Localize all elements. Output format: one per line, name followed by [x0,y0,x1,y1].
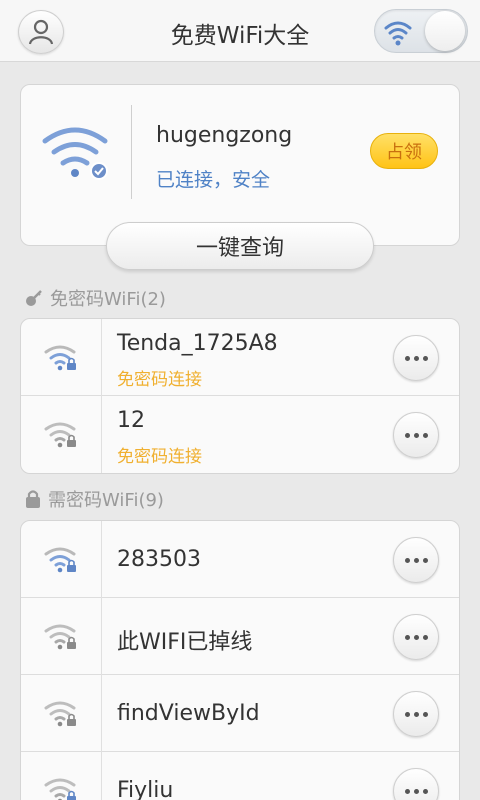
row-divider [101,598,102,675]
wifi-row[interactable]: 283503 [21,521,459,598]
connected-ssid: hugengzong [156,123,293,148]
wifi-row[interactable]: Tenda_1725A8 免密码连接 [21,319,459,396]
wifi-connect-type: 免密码连接 [117,370,202,390]
wifi-name: Fiyliu [117,778,174,800]
wifi-signal-lock-icon [44,422,76,448]
wifi-name: findViewById [117,701,260,726]
wifi-signal-lock-icon [44,778,76,800]
wifi-name: 12 [117,408,145,433]
row-divider [101,675,102,752]
wifi-row[interactable]: findViewById [21,675,459,752]
key-icon [26,290,42,306]
wifi-signal-lock-icon [44,624,76,650]
wifi-connected-icon [42,127,108,180]
free-section-label: 免密码WiFi(2) [50,289,166,310]
wifi-icon [384,21,412,46]
wifi-name: 此WIFI已掉线 [117,630,253,655]
toggle-knob[interactable] [425,11,465,51]
connection-status: 已连接，安全 [156,169,271,191]
locked-section-label: 需密码WiFi(9) [48,490,164,511]
row-divider [101,752,102,800]
card-divider [131,105,132,199]
wifi-signal-lock-icon [44,547,76,573]
row-divider [101,319,102,396]
more-options-button[interactable] [393,412,439,458]
locked-wifi-list: 283503 此WIFI已掉线 findViewById Fiyliu [20,520,460,800]
row-divider [101,521,102,598]
free-wifi-list: Tenda_1725A8 免密码连接 12 免密码连接 [20,318,460,474]
claim-button[interactable]: 占领 [370,133,438,169]
wifi-signal-lock-icon [44,701,76,727]
locked-wifi-section-title: 需密码WiFi(9) [24,486,164,512]
wifi-toggle[interactable] [374,9,468,53]
more-options-button[interactable] [393,614,439,660]
header-bar: 免费WiFi大全 [0,0,480,62]
wifi-name: Tenda_1725A8 [117,331,278,356]
wifi-row[interactable]: 12 免密码连接 [21,396,459,473]
more-options-button[interactable] [393,537,439,583]
more-options-button[interactable] [393,768,439,800]
wifi-signal-lock-icon [44,345,76,371]
one-click-query-button[interactable]: 一键查询 [106,222,374,270]
wifi-name: 283503 [117,547,201,572]
wifi-row[interactable]: Fiyliu [21,752,459,800]
row-divider [101,396,102,473]
more-options-button[interactable] [393,335,439,381]
lock-icon [26,490,40,508]
more-options-button[interactable] [393,691,439,737]
wifi-connect-type: 免密码连接 [117,447,202,467]
wifi-row[interactable]: 此WIFI已掉线 [21,598,459,675]
free-wifi-section-title: 免密码WiFi(2) [24,285,166,311]
